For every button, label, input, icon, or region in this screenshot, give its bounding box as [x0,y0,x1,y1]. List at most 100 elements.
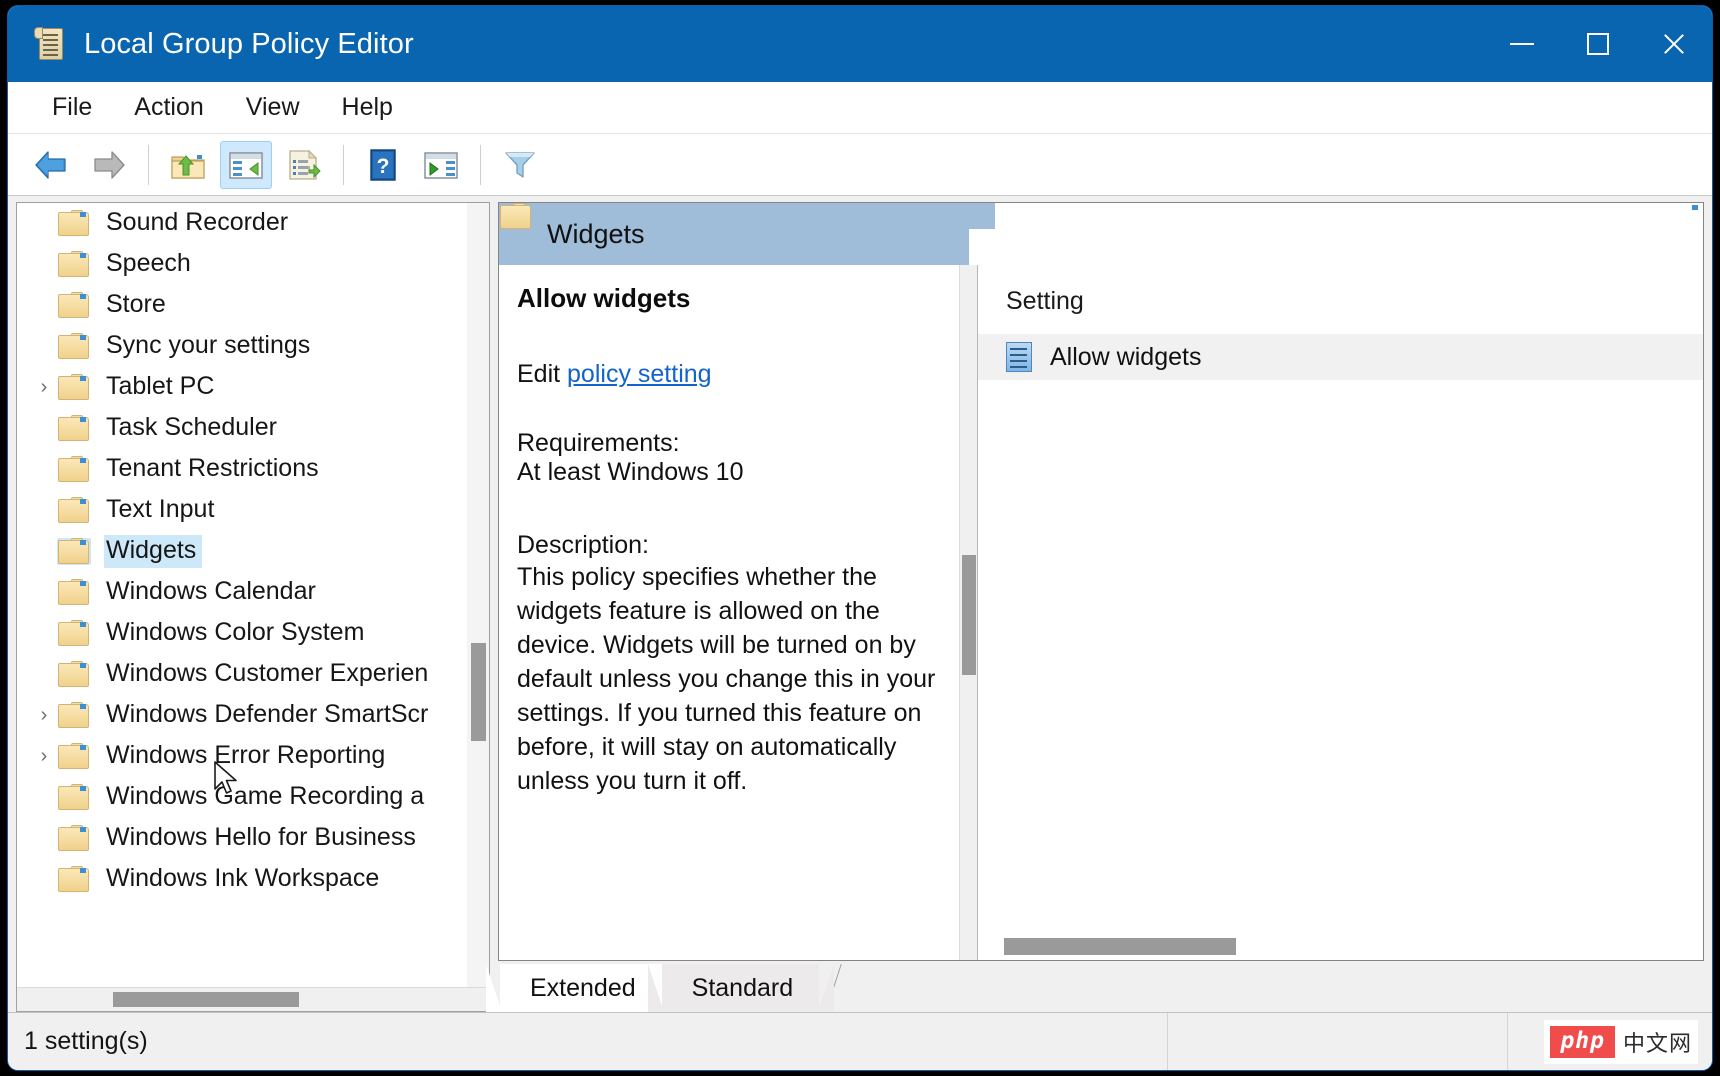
tree-item-label: Widgets [106,536,196,564]
tree-item-windows-game-recording[interactable]: Windows Game Recording a [17,777,489,818]
tab-extended[interactable]: Extended [500,964,662,1012]
watermark: php 中文网 [1544,1020,1698,1064]
folder-icon [57,825,91,852]
toolbar: ? [8,134,1712,196]
tree-item-windows-color-system[interactable]: Windows Color System [17,613,489,654]
chevron-right-icon[interactable]: › [31,704,57,727]
scrollbar-thumb[interactable] [1004,938,1236,955]
edit-prefix-label: Edit [517,360,567,388]
folder-icon [57,661,91,688]
folder-icon [57,251,91,278]
tree-item-sync-your-settings[interactable]: Sync your settings [17,326,489,367]
export-list-icon [285,148,323,182]
chevron-right-icon[interactable]: › [31,376,57,399]
settings-list-row[interactable]: Allow widgets [978,334,1703,380]
help-button[interactable]: ? [357,141,409,189]
back-icon [32,148,70,182]
minimize-button[interactable] [1484,6,1560,82]
tree-item-tablet-pc[interactable]: › Tablet PC [17,367,489,408]
folder-icon [57,333,91,360]
maximize-button[interactable] [1560,6,1636,82]
details-header-title: Widgets [547,219,645,250]
tree-item-label: Windows Error Reporting [106,741,385,769]
tree-item-label: Windows Color System [106,618,364,646]
folder-icon [57,784,91,811]
export-list-button[interactable] [278,141,330,189]
up-one-level-button[interactable] [162,141,214,189]
console-tree-horizontal-scrollbar[interactable] [17,987,489,1011]
close-button[interactable] [1636,6,1712,82]
folder-icon [57,702,91,729]
tab-standard[interactable]: Standard [662,964,819,1012]
menu-item-view[interactable]: View [228,89,318,126]
tree-item-label: Text Input [106,495,214,523]
menu-item-action[interactable]: Action [116,89,221,126]
tree-item-label: Windows Customer Experien [106,659,428,687]
tree-item-speech[interactable]: Speech [17,244,489,285]
filter-button[interactable] [494,141,546,189]
status-cell-empty-1 [1168,1013,1508,1070]
menu-bar: File Action View Help [8,82,1712,134]
details-pane: Widgets Allow widgets Edit policy settin… [498,202,1704,1012]
console-tree-pane: Sound Recorder Speech Store [16,202,490,1012]
folder-icon [57,866,91,893]
show-hide-console-tree-button[interactable] [220,141,272,189]
tree-item-label: Windows Defender SmartScr [106,700,428,728]
scrollbar-thumb[interactable] [471,643,486,741]
toolbar-separator-2 [343,145,344,185]
tree-item-label: Windows Ink Workspace [106,864,379,892]
maximize-icon [1587,33,1609,55]
app-window: Local Group Policy Editor File Action Vi… [8,6,1712,1070]
folder-icon [57,374,91,401]
tree-item-windows-customer-experience[interactable]: Windows Customer Experien [17,654,489,695]
menu-item-help[interactable]: Help [324,89,411,126]
edit-policy-line: Edit policy setting [517,360,951,389]
tree-item-sound-recorder[interactable]: Sound Recorder [17,203,489,244]
tree-item-label: Windows Game Recording a [106,782,424,810]
close-icon [1661,31,1687,57]
tree-item-windows-ink-workspace[interactable]: Windows Ink Workspace [17,859,489,900]
policy-scroll-icon [34,26,68,62]
forward-icon [90,148,128,182]
tree-item-label: Tenant Restrictions [106,454,319,482]
policy-setting-icon [1004,341,1034,373]
settings-horizontal-scrollbar[interactable] [978,934,1703,960]
up-folder-icon [169,148,207,182]
settings-row-label: Allow widgets [1050,343,1201,372]
view-tabs: Extended Standard [498,960,1704,1012]
tree-item-windows-defender-smartscreen[interactable]: › Windows Defender SmartScr [17,695,489,736]
edit-policy-setting-link[interactable]: policy setting [567,360,712,388]
tree-item-widgets[interactable]: Widgets [17,531,489,572]
back-button[interactable] [25,141,77,189]
tree-item-label: Windows Calendar [106,577,316,605]
tree-item-tenant-restrictions[interactable]: Tenant Restrictions [17,449,489,490]
tree-item-text-input[interactable]: Text Input [17,490,489,531]
menu-item-file[interactable]: File [34,89,110,126]
folder-icon [57,497,91,524]
description-vertical-scrollbar[interactable] [959,265,977,960]
console-tree-list[interactable]: Sound Recorder Speech Store [17,203,489,987]
tab-label: Standard [692,974,793,1003]
tree-item-windows-calendar[interactable]: Windows Calendar [17,572,489,613]
show-action-pane-button[interactable] [415,141,467,189]
tree-item-label: Windows Hello for Business [106,823,416,851]
tree-item-windows-hello-for-business[interactable]: Windows Hello for Business [17,818,489,859]
policy-title: Allow widgets [517,283,951,314]
details-header: Widgets [499,203,1703,265]
status-text: 1 setting(s) [8,1013,1168,1070]
chevron-right-icon[interactable]: › [31,745,57,768]
tree-item-windows-error-reporting[interactable]: › Windows Error Reporting [17,736,489,777]
forward-button[interactable] [83,141,135,189]
tree-item-store[interactable]: Store [17,285,489,326]
tree-item-label: Sync your settings [106,331,310,359]
scrollbar-thumb[interactable] [962,555,976,675]
requirements-value: At least Windows 10 [517,458,951,487]
console-tree-vertical-scrollbar[interactable] [467,203,489,987]
help-icon: ? [364,148,402,182]
scrollbar-thumb[interactable] [113,992,299,1007]
tab-label: Extended [530,974,636,1003]
filter-icon [501,148,539,182]
tree-item-task-scheduler[interactable]: Task Scheduler [17,408,489,449]
folder-icon [57,743,91,770]
settings-column-header[interactable]: Setting [978,287,1703,334]
